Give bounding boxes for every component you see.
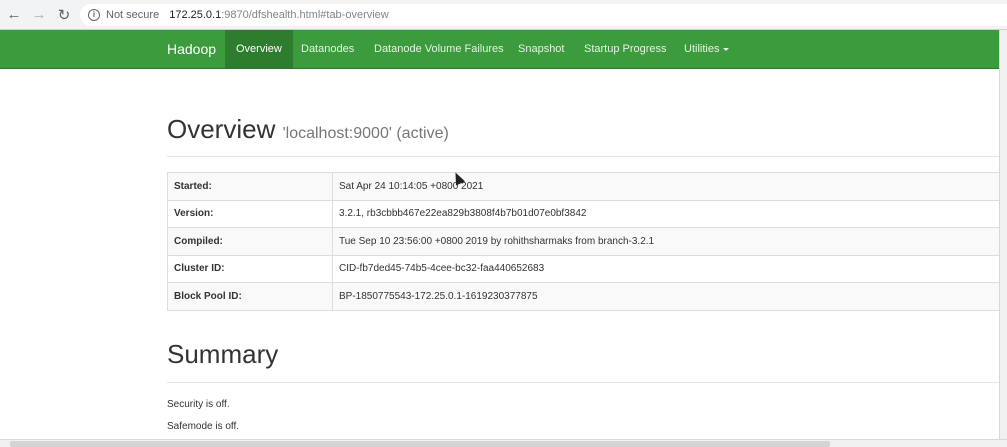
row-label: Cluster ID: (167, 254, 333, 283)
row-value: Tue Sep 10 23:56:00 +0800 2019 by rohith… (332, 227, 1007, 256)
row-label: Version: (167, 199, 333, 228)
summary-heading: Summary (167, 339, 279, 369)
back-arrow-icon: ← (6, 6, 22, 23)
nav-datanodes[interactable]: Datanodes (290, 30, 365, 68)
url-path: :9870/dfshealth.html#tab-overview (221, 9, 389, 21)
security-status: Security is off. (167, 399, 230, 410)
table-row: Started: Sat Apr 24 10:14:05 +0800 2021 (167, 172, 1007, 201)
reload-button[interactable]: ↻ (53, 4, 75, 26)
forward-arrow-icon: → (31, 6, 47, 23)
row-label: Block Pool ID: (167, 282, 333, 311)
table-row: Cluster ID: CID-fb7ded45-74b5-4cee-bc32-… (167, 254, 1007, 283)
table-row: Compiled: Tue Sep 10 23:56:00 +0800 2019… (167, 227, 1007, 256)
reload-icon: ↻ (57, 6, 71, 24)
safemode-status: Safemode is off. (167, 421, 240, 432)
url-host: 172.25.0.1 (169, 9, 222, 21)
nav-utilities-dropdown[interactable]: Utilities (673, 30, 740, 68)
table-row: Block Pool ID: BP-1850775543-172.25.0.1-… (167, 282, 1007, 311)
nav-overview[interactable]: Overview (225, 30, 293, 68)
table-row: Version: 3.2.1, rb3cbbb467e22ea829b3808f… (167, 199, 1007, 228)
divider (167, 156, 1007, 157)
security-label: Not secure (106, 9, 160, 21)
vertical-scrollbar[interactable] (999, 30, 1007, 439)
row-value: Sat Apr 24 10:14:05 +0800 2021 (332, 172, 1007, 201)
hadoop-navbar: Hadoop Overview Datanodes Datanode Volum… (0, 30, 1007, 69)
overview-title: Overview (167, 114, 276, 144)
info-icon[interactable]: i (88, 9, 100, 21)
row-value: CID-fb7ded45-74b5-4cee-bc32-faa440652683 (332, 254, 1007, 283)
scrollbar-thumb[interactable] (10, 441, 830, 447)
nav-snapshot[interactable]: Snapshot (507, 30, 575, 68)
overview-table: Started: Sat Apr 24 10:14:05 +0800 2021 … (167, 172, 1007, 311)
nav-datanode-volume-failures[interactable]: Datanode Volume Failures (363, 30, 515, 68)
row-label: Compiled: (167, 227, 333, 256)
nav-utilities-label: Utilities (684, 43, 720, 55)
horizontal-scrollbar[interactable] (0, 439, 1007, 447)
forward-button[interactable]: → (28, 4, 50, 26)
address-bar[interactable]: i Not secure 172.25.0.1 :9870/dfshealth.… (80, 4, 1007, 26)
row-value: BP-1850775543-172.25.0.1-1619230377875 (332, 282, 1007, 311)
row-label: Started: (167, 172, 333, 201)
browser-toolbar: ← → ↻ i Not secure 172.25.0.1 :9870/dfsh… (0, 0, 1007, 30)
divider (167, 382, 1007, 383)
back-button[interactable]: ← (3, 4, 25, 26)
caret-down-icon (723, 47, 730, 51)
brand-logo[interactable]: Hadoop (167, 30, 216, 68)
nav-startup-progress[interactable]: Startup Progress (573, 30, 678, 68)
row-value: 3.2.1, rb3cbbb467e22ea829b3808f4b7b01d07… (332, 199, 1007, 228)
overview-heading: Overview 'localhost:9000' (active) (167, 114, 449, 145)
overview-subtitle: 'localhost:9000' (active) (282, 125, 449, 142)
